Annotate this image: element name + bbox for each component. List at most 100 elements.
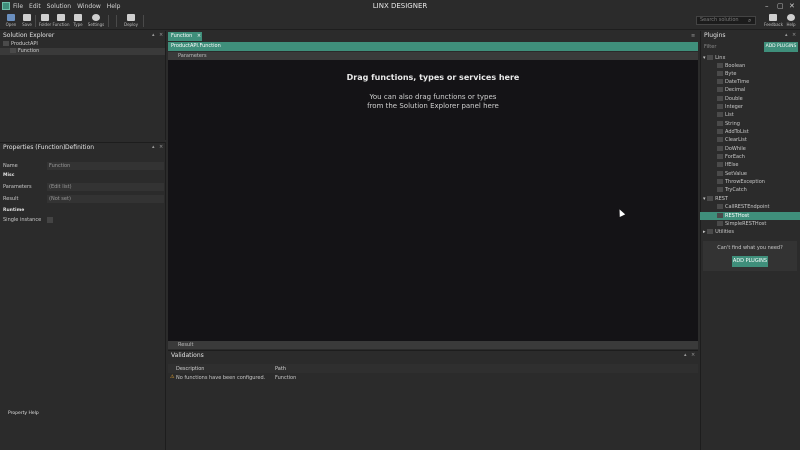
parameters-field[interactable]: (Edit list) [47, 183, 164, 191]
plugin-item[interactable]: ThrowException [700, 178, 800, 186]
validations-title: Validations [171, 352, 204, 359]
plugin-item[interactable]: Decimal [700, 86, 800, 94]
plugin-item[interactable]: Double [700, 95, 800, 103]
close-panel-icon[interactable]: × [159, 32, 163, 38]
pin-icon[interactable]: ▴ [152, 144, 155, 150]
plugin-item[interactable]: SimpleRESTHost [700, 220, 800, 228]
plugin-item[interactable]: Boolean [700, 62, 800, 70]
pin-icon[interactable]: ▴ [684, 352, 687, 358]
function-icon [717, 179, 723, 184]
pin-icon[interactable]: ▴ [785, 32, 788, 38]
prop-row-single-instance: Single instance [0, 216, 166, 225]
solution-icon [3, 41, 9, 46]
parameters-bar[interactable]: Parameters [168, 52, 698, 60]
prop-row-name: Name Function [0, 162, 166, 171]
function-icon [717, 129, 723, 134]
plugin-group-rest[interactable]: ▾ REST [700, 195, 800, 203]
menu-edit[interactable]: Edit [29, 3, 41, 10]
tab-properties[interactable]: Properties (Function) [0, 143, 65, 153]
function-icon [717, 162, 723, 167]
solution-explorer-title: Solution Explorer [3, 32, 55, 39]
function-icon [10, 48, 16, 53]
column-path[interactable]: Path [275, 366, 286, 372]
result-field[interactable]: (Not set) [47, 195, 164, 203]
function-button[interactable]: Function [52, 13, 70, 29]
plugin-item[interactable]: Byte [700, 70, 800, 78]
menu-window[interactable]: Window [77, 3, 101, 10]
type-icon [717, 121, 723, 126]
plugin-help-text: Can't find what you need? [717, 245, 783, 251]
type-icon [717, 96, 723, 101]
menu-help[interactable]: Help [107, 3, 121, 10]
feedback-icon [769, 14, 777, 21]
filter-input[interactable]: Filter [701, 43, 763, 52]
close-panel-icon[interactable]: × [159, 144, 163, 150]
close-panel-icon[interactable]: × [792, 32, 796, 38]
search-input[interactable]: Search solution [696, 16, 756, 25]
plugin-item[interactable]: ClearList [700, 136, 800, 144]
plugin-item[interactable]: SetValue [700, 170, 800, 178]
breadcrumb: ProductAPI.Function [168, 42, 698, 51]
plugin-item-selected[interactable]: RESTHost [700, 212, 800, 220]
drop-hint-line-2: from the Solution Explorer panel here [367, 102, 499, 110]
service-icon [717, 213, 723, 218]
close-button[interactable]: ✕ [789, 2, 795, 10]
plugin-item[interactable]: AddToList [700, 128, 800, 136]
search-icon[interactable]: ⌕ [748, 17, 751, 25]
properties-panel: Properties (Function) Definition Name Fu… [0, 142, 166, 450]
folder-icon [41, 14, 49, 21]
property-help-toggle[interactable]: Property Help [8, 411, 39, 416]
menu-icon[interactable]: ≡ [691, 33, 695, 39]
close-panel-icon[interactable]: × [691, 352, 695, 358]
settings-button[interactable]: Settings [87, 13, 105, 29]
column-description[interactable]: Description [176, 366, 204, 372]
plugin-item[interactable]: DateTime [700, 78, 800, 86]
plugin-item[interactable]: CallRESTEndpoint [700, 203, 800, 211]
type-icon [717, 104, 723, 109]
tab-definition[interactable]: Definition [62, 143, 94, 153]
pin-icon[interactable]: ▴ [152, 32, 155, 38]
type-button[interactable]: Type [69, 13, 87, 29]
package-icon [707, 229, 714, 234]
table-row[interactable]: ⚠ No functions have been configured. Fun… [168, 374, 698, 382]
menu-file[interactable]: File [13, 3, 23, 10]
prop-row-parameters: Parameters (Edit list) [0, 183, 166, 192]
function-icon [717, 204, 723, 209]
function-icon [717, 187, 723, 192]
help-icon [787, 14, 795, 21]
type-icon [717, 87, 723, 92]
menu-solution[interactable]: Solution [47, 3, 71, 10]
plugin-group-utilities[interactable]: ▸ Utilities [700, 228, 800, 236]
single-instance-checkbox[interactable] [47, 217, 53, 223]
drop-hint-title: Drag functions, types or services here [346, 73, 520, 82]
tab-function-document[interactable]: Function × [168, 32, 202, 41]
plugin-group-linx[interactable]: ▾ Linx [700, 54, 800, 62]
solution-explorer-panel: Solution Explorer ProductAPI Function [0, 31, 166, 140]
feedback-button[interactable]: Feedback [764, 13, 783, 29]
help-button[interactable]: Help [782, 13, 800, 29]
tree-item-function[interactable]: Function [0, 48, 165, 55]
minimize-button[interactable]: – [765, 2, 769, 10]
plugin-item[interactable]: Integer [700, 103, 800, 111]
add-plugins-help-button[interactable]: ADD PLUGINS [732, 256, 768, 267]
category-runtime: Runtime [3, 208, 25, 213]
toolbar-divider [143, 15, 144, 27]
plugin-item[interactable]: String [700, 120, 800, 128]
plugin-item[interactable]: IfElse [700, 161, 800, 169]
plugin-item[interactable]: DoWhile [700, 145, 800, 153]
warning-icon: ⚠ [170, 374, 175, 380]
add-plugins-button[interactable]: ADD PLUGINS [764, 42, 798, 52]
name-field[interactable]: Function [47, 162, 164, 170]
validations-table-header: Description Path [168, 364, 698, 373]
deploy-button[interactable]: Deploy [122, 13, 140, 29]
plugin-item[interactable]: List [700, 111, 800, 119]
plugin-item[interactable]: ForEach [700, 153, 800, 161]
type-icon [74, 14, 82, 21]
plugin-item[interactable]: TryCatch [700, 186, 800, 194]
save-button[interactable]: Save [18, 13, 36, 29]
result-bar[interactable]: Result [168, 341, 698, 349]
gear-icon [92, 14, 100, 21]
close-tab-icon[interactable]: × [197, 33, 201, 39]
maximize-button[interactable]: ▢ [777, 2, 784, 10]
tree-item-solution[interactable]: ProductAPI [0, 41, 165, 48]
